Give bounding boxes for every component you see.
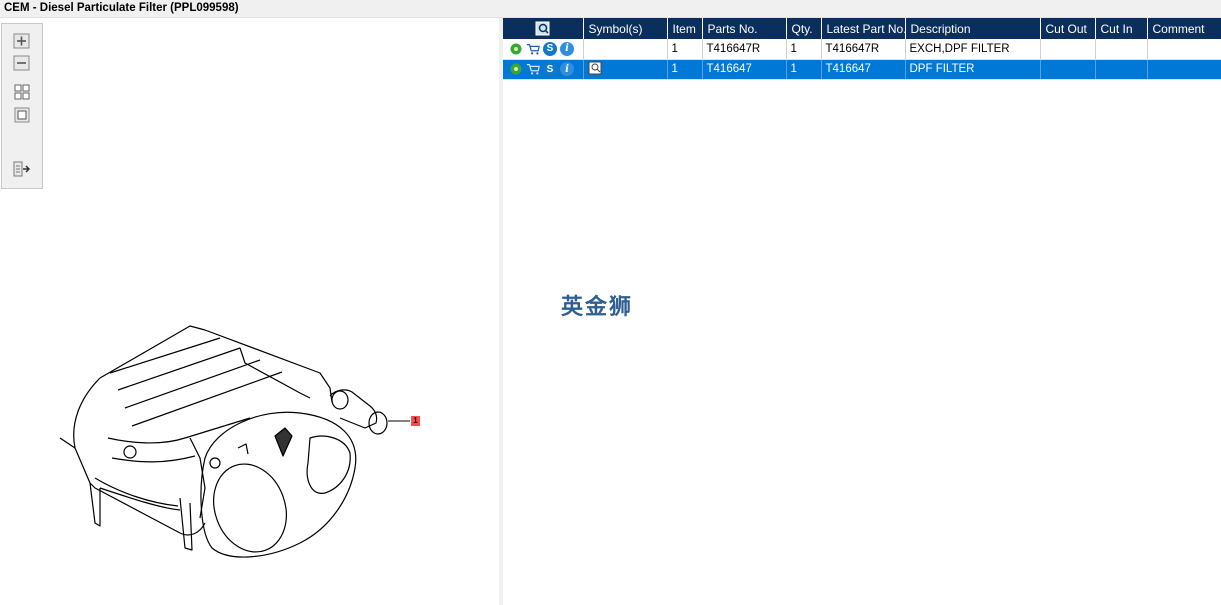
gear-icon[interactable]	[509, 42, 523, 56]
cell-description: DPF FILTER	[905, 59, 1041, 80]
cell-part-no: T416647R	[702, 39, 787, 60]
gear-icon[interactable]	[509, 62, 523, 76]
parts-table: Symbol(s) Item Parts No. Qty. Latest Par…	[503, 18, 1221, 80]
table-row[interactable]: S i 1 T416647R 1 T416647R EXCH,DPF FILTE…	[503, 39, 1221, 60]
diagram-pane[interactable]: 1	[0, 18, 499, 605]
preview-search-icon	[535, 21, 550, 35]
column-header-parts-no[interactable]: Parts No.	[702, 18, 787, 39]
parts-list-pane: Symbol(s) Item Parts No. Qty. Latest Par…	[503, 18, 1221, 605]
cell-comment	[1147, 39, 1221, 60]
column-header-latest-part-no[interactable]: Latest Part No.	[821, 18, 906, 39]
column-header-cut-out[interactable]: Cut Out	[1040, 18, 1096, 39]
callout-label-1[interactable]: 1	[411, 416, 420, 426]
watermark-text: 英金狮	[561, 295, 634, 320]
cell-cut-out	[1040, 59, 1096, 80]
cell-cut-in	[1095, 59, 1148, 80]
cell-item: 1	[667, 59, 703, 80]
column-header-preview[interactable]	[503, 18, 584, 39]
row-actions: S i	[503, 39, 584, 60]
cell-qty: 1	[786, 39, 822, 60]
dpf-filter-drawing	[59, 325, 410, 558]
cell-latest-part-no: T416647	[821, 59, 906, 80]
cell-cut-out	[1040, 39, 1096, 60]
window-title: CEM - Diesel Particulate Filter (PPL0995…	[0, 0, 1221, 18]
column-header-item[interactable]: Item	[667, 18, 703, 39]
column-header-description[interactable]: Description	[905, 18, 1041, 39]
info-icon[interactable]: i	[560, 41, 574, 56]
column-header-symbols[interactable]: Symbol(s)	[583, 18, 668, 39]
supersession-icon[interactable]: S	[543, 62, 557, 76]
supersession-icon[interactable]: S	[543, 41, 557, 56]
cell-cut-in	[1095, 39, 1148, 60]
column-header-qty[interactable]: Qty.	[786, 18, 822, 39]
cell-part-no: T416647	[702, 59, 787, 80]
cell-item: 1	[667, 39, 703, 60]
cell-latest-part-no: T416647R	[821, 39, 906, 60]
cell-comment	[1147, 59, 1221, 80]
column-header-comment[interactable]: Comment	[1147, 18, 1221, 39]
shopping-cart-icon[interactable]	[526, 42, 540, 56]
preview-document-icon[interactable]	[588, 61, 602, 75]
table-row-selected[interactable]: S i 1 T416647 1 T416647 DPF FILTER	[503, 59, 1221, 80]
cell-symbols	[583, 59, 668, 80]
cell-description: EXCH,DPF FILTER	[905, 39, 1041, 60]
info-icon[interactable]: i	[560, 62, 574, 76]
column-header-cut-in[interactable]: Cut In	[1095, 18, 1148, 39]
cell-symbols	[583, 39, 668, 60]
cell-qty: 1	[786, 59, 822, 80]
shopping-cart-icon[interactable]	[526, 62, 540, 76]
row-actions: S i	[503, 59, 584, 80]
